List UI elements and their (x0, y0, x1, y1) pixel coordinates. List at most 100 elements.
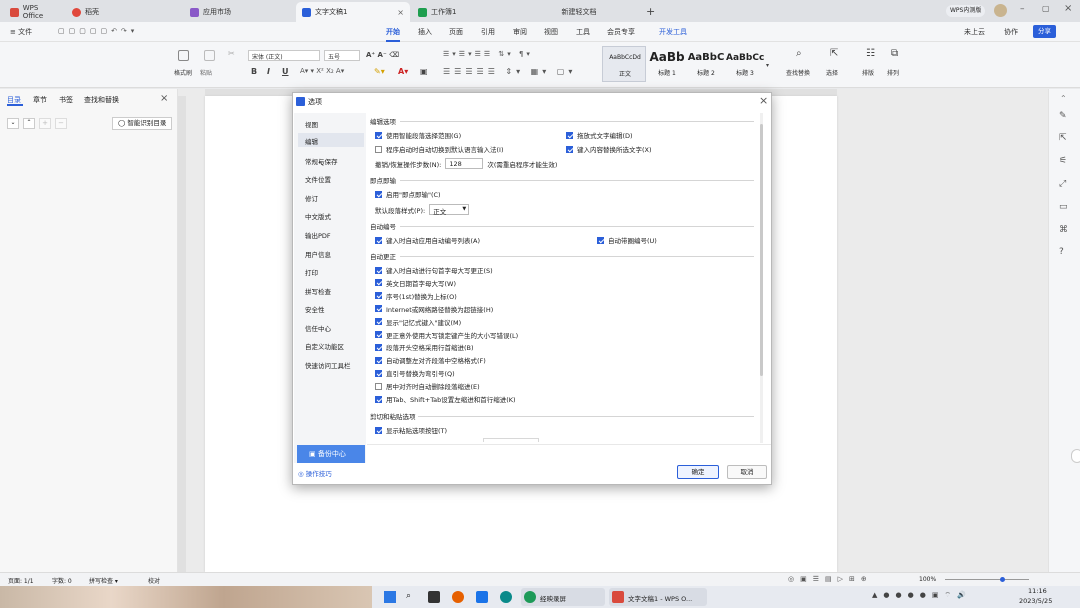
font-color-icon[interactable]: A▾ (398, 67, 408, 76)
find-replace-button[interactable]: 查找替换 (786, 68, 810, 77)
window-close-icon[interactable]: × (1064, 3, 1072, 14)
nav-print[interactable]: 打印 (305, 267, 318, 277)
help-icon[interactable]: ? (1059, 247, 1064, 257)
opt-smart-paragraph[interactable]: 使用智能段落选择范围(G) (375, 130, 461, 140)
share-button[interactable]: 分享 (1033, 25, 1056, 38)
tab-wps-office[interactable]: WPS Office (4, 2, 66, 22)
opt-typing-replaces[interactable]: 键入内容替换所选文字(X) (566, 144, 652, 154)
highlight-icon[interactable]: ✎▾ (374, 67, 385, 76)
nav-tab-chapter[interactable]: 章节 (33, 95, 47, 105)
checkbox[interactable] (375, 382, 382, 390)
nav-edit[interactable]: 编辑 (298, 133, 364, 147)
checkbox[interactable] (375, 279, 382, 287)
autocorrect-option[interactable]: 居中对齐时自动删除段落缩进(E) (375, 381, 480, 391)
nav-tab-bookmark[interactable]: 书签 (59, 95, 73, 105)
maximize-icon[interactable]: ▢ (1042, 4, 1050, 13)
checkbox[interactable] (566, 145, 573, 153)
menu-insert[interactable]: 插入 (418, 27, 432, 37)
collapse-down-icon[interactable]: ⌄ (7, 118, 19, 129)
collaborate-button[interactable]: 协作 (1004, 27, 1018, 37)
tab-app-market[interactable]: 应用市场 (184, 2, 296, 22)
nav-view[interactable]: 视图 (305, 119, 318, 129)
avatar[interactable] (994, 4, 1007, 17)
browser-icon[interactable] (452, 591, 464, 603)
font-size-select[interactable]: 五号 (324, 50, 360, 61)
paste-icon[interactable] (204, 50, 215, 61)
dialog-close-icon[interactable]: × (759, 94, 768, 107)
tab-new-light-doc[interactable]: 新建轻文档 (524, 2, 634, 22)
checkbox[interactable] (375, 343, 382, 351)
checkbox[interactable] (566, 131, 573, 139)
cursor-icon[interactable]: ⇱ (1059, 133, 1067, 143)
panel-close-icon[interactable]: × (160, 93, 168, 104)
format-painter-icon[interactable] (178, 50, 189, 61)
scrollbar-thumb[interactable] (760, 124, 763, 376)
collapse-up-icon[interactable]: ⌃ (23, 118, 35, 129)
new-tab-button[interactable]: + (646, 5, 655, 18)
menu-member[interactable]: 会员专享 (607, 27, 635, 37)
nav-customize-ribbon[interactable]: 自定义功能区 (305, 341, 344, 351)
menu-references[interactable]: 引用 (481, 27, 495, 37)
text-effects-icons[interactable]: A▾ ▾ X² X₂ A▾ (300, 67, 344, 75)
tips-link[interactable]: ◎ 操作技巧 (298, 468, 332, 478)
nav-tab-find-replace[interactable]: 查找和替换 (84, 95, 119, 105)
checkbox[interactable] (375, 426, 382, 434)
style-normal[interactable]: AaBbCcDd 正文 (602, 46, 646, 82)
taskbar-app-wps[interactable]: 文字文稿1 - WPS O... (609, 588, 707, 606)
quick-access-icons[interactable]: ▢▢▢▢▢↶↷▾ (58, 27, 138, 35)
zoom-slider-thumb[interactable] (1000, 577, 1005, 582)
nav-export-pdf[interactable]: 输出PDF (305, 230, 331, 240)
checkbox[interactable] (375, 305, 382, 313)
style-heading-2[interactable]: AaBbC 标题 2 (686, 46, 726, 82)
autocorrect-option[interactable]: 段落开头空格采用行首缩进(B) (375, 342, 474, 352)
paste-button[interactable]: 粘贴 (200, 68, 212, 77)
format-painter-button[interactable]: 格式刷 (174, 68, 192, 77)
undo-steps-input[interactable]: 128 (445, 158, 484, 169)
autocorrect-option[interactable]: 序号(1st)替换为上标(O) (375, 291, 457, 301)
close-icon[interactable]: × (397, 8, 404, 17)
minimize-icon[interactable]: – (1020, 4, 1025, 14)
edit-icon[interactable]: ✎ (1059, 111, 1067, 121)
arrange-button[interactable]: 排列 (887, 68, 899, 77)
add-icon[interactable]: + (39, 118, 51, 129)
tray-icons[interactable]: ▲●●●●▣⌔🔊 (872, 591, 972, 600)
grow-font-icon[interactable]: A⁺ A⁻ ⌫ (366, 51, 399, 59)
backup-center-button[interactable]: ▣ 备份中心 (297, 445, 365, 463)
nav-security[interactable]: 安全性 (305, 304, 325, 314)
bold-button[interactable]: B (251, 67, 257, 76)
account-badge[interactable]: WPS内测版 (946, 5, 986, 17)
sidebar-scroll-up-icon[interactable]: ⌃ (1060, 94, 1067, 103)
checkbox[interactable] (375, 292, 382, 300)
bookmark-icon[interactable]: ▭ (1059, 202, 1068, 212)
list-indent-icons[interactable]: ☰▾☰▾☰☰ ⇅▾ ¶▾ (443, 50, 533, 58)
view-mode-icons[interactable]: ◎▣☰▤▷⊞⊕ (788, 575, 873, 583)
smart-toc-button[interactable]: ◯ 智能识别目录 (112, 117, 173, 130)
autocorrect-option[interactable]: 英文日期首字母大写(W) (375, 278, 456, 288)
remove-icon[interactable]: − (55, 118, 67, 129)
menu-view[interactable]: 视图 (544, 27, 558, 37)
autocorrect-option[interactable]: 自动调整左对齐段落中空格格式(F) (375, 355, 486, 365)
font-name-select[interactable]: 宋体 (正文) (248, 50, 320, 61)
checkbox[interactable] (375, 331, 382, 338)
layout-button[interactable]: 排版 (862, 68, 874, 77)
cut-icon[interactable]: ✂ (228, 49, 235, 58)
proofread-button[interactable]: 校对 (148, 576, 160, 585)
checkbox[interactable] (375, 131, 382, 139)
checkbox[interactable] (375, 318, 382, 326)
opt-show-paste-button[interactable]: 显示粘贴选项按钮(T) (375, 425, 447, 435)
tab-document1[interactable]: 文字文稿1 × (296, 2, 410, 22)
nav-trust-center[interactable]: 信任中心 (305, 323, 331, 333)
autocorrect-option[interactable]: Internet或网络路径替换为超链接(H) (375, 304, 493, 314)
menu-review[interactable]: 审阅 (513, 27, 527, 37)
style-heading-3[interactable]: AaBbCc 标题 3 (726, 46, 764, 82)
floating-assistant-icon[interactable] (1071, 449, 1080, 463)
start-icon[interactable] (384, 591, 396, 603)
checkbox[interactable] (375, 369, 382, 377)
autocorrect-option[interactable]: 用Tab、Shift+Tab设置左缩进和首行缩进(K) (375, 394, 516, 404)
ok-button[interactable]: 确定 (677, 465, 719, 479)
taskbar-app-recorder[interactable]: 经映录屏 (521, 588, 605, 606)
align-icons[interactable]: ☰☰☰☰☰ ⇕▾ ▦▾ ▢▾ (443, 67, 576, 76)
autocorrect-option[interactable]: 更正意外使用大写锁定键产生的大小写错误(L) (375, 330, 518, 340)
opt-click-and-type[interactable]: 启用"即点即输"(C) (375, 189, 441, 199)
menu-tools[interactable]: 工具 (576, 27, 590, 37)
